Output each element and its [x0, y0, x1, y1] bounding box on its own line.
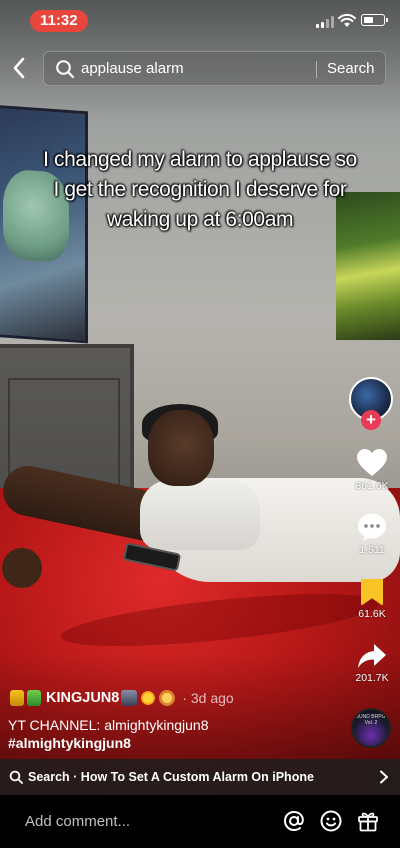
video-caption: I changed my alarm to applause so I get …	[43, 148, 357, 231]
search-input[interactable]: applause alarm	[81, 60, 184, 77]
post-time: · 3d ago	[182, 690, 234, 706]
post-author-line: KINGJUN8 · 3d ago	[10, 688, 234, 708]
music-disc[interactable]: JUND BRPG Vol. 2	[351, 708, 391, 748]
video-person-torso	[140, 480, 260, 550]
comment-input[interactable]: Add comment...	[25, 813, 130, 830]
cellular-signal-icon	[316, 16, 334, 28]
related-search-bar[interactable]: Search · How To Set A Custom Alarm On iP…	[0, 759, 400, 795]
wifi-icon	[338, 13, 356, 27]
related-search-text: Search · How To Set A Custom Alarm On iP…	[28, 770, 314, 784]
battery-emoji-icon	[27, 690, 41, 706]
battery-icon	[361, 14, 388, 26]
bookmark-count: 61.6K	[358, 608, 386, 620]
comment-count: 1,511	[359, 544, 385, 556]
description-text: YT CHANNEL: almightykingjun8	[8, 717, 209, 733]
chevron-right-icon	[380, 770, 388, 784]
share-button[interactable]: 201.7K	[346, 642, 398, 684]
comment-bubble-icon	[358, 513, 386, 541]
follow-button[interactable]: +	[361, 410, 381, 430]
back-button[interactable]	[8, 56, 30, 80]
bookmark-button[interactable]: 61.6K	[346, 578, 398, 620]
skyline-emoji-icon	[121, 690, 138, 706]
comment-button[interactable]: 1,511	[346, 512, 398, 556]
chevron-left-icon	[13, 57, 25, 79]
share-arrow-icon	[358, 644, 386, 668]
crown-emoji-icon	[10, 690, 24, 706]
video-player[interactable]	[0, 0, 400, 795]
search-button[interactable]: Search	[327, 60, 375, 77]
comment-bar: Add comment...	[0, 795, 400, 848]
music-disc-label: JUND BRPG Vol. 2	[356, 714, 386, 726]
search-icon	[9, 770, 23, 784]
search-divider	[316, 61, 317, 78]
status-bar: 11:32	[0, 0, 400, 44]
sun-emoji-icon	[140, 690, 157, 706]
bookmark-icon	[361, 579, 383, 605]
gift-icon[interactable]	[356, 809, 380, 833]
status-time: 11:32	[30, 10, 88, 32]
share-count: 201.7K	[355, 672, 389, 684]
like-button[interactable]: 861.6K	[346, 448, 398, 492]
search-bar[interactable]: applause alarm Search	[43, 51, 386, 86]
search-icon	[56, 60, 75, 79]
username-link[interactable]: KINGJUN8	[46, 690, 119, 706]
like-count: 861.6K	[355, 480, 389, 492]
heart-icon	[357, 449, 387, 476]
post-description: YT CHANNEL: almightykingjun8 #almightyki…	[8, 716, 209, 752]
lion-emoji-icon	[159, 690, 176, 706]
hashtag-link[interactable]: #almightykingjun8	[8, 734, 209, 752]
mention-at-icon[interactable]	[282, 809, 306, 833]
emoji-smiley-icon[interactable]	[319, 809, 343, 833]
video-person-head	[148, 410, 214, 486]
